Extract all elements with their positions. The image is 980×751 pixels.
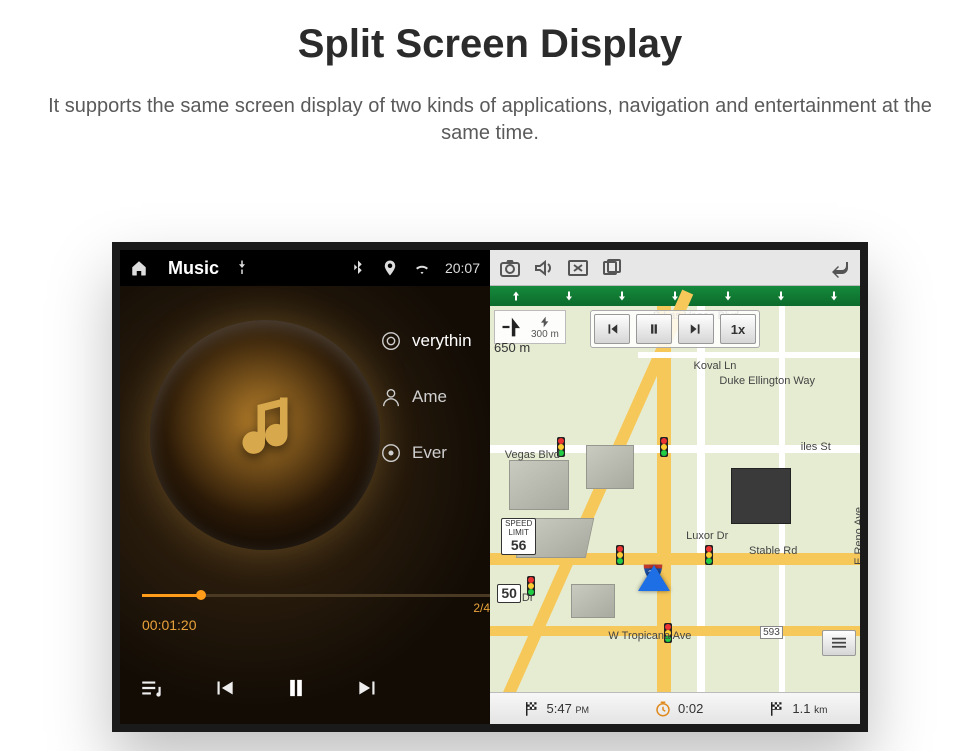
album-art	[150, 320, 380, 550]
map-canvas[interactable]: S Las Vegas Blvd Koval Ln Duke Ellington…	[490, 306, 860, 692]
app-label: Music	[168, 258, 219, 279]
usb-icon	[233, 259, 251, 277]
street-label: W Tropicana Ave	[608, 630, 691, 642]
status-bar: Music 20:07	[120, 250, 490, 286]
seek-bar[interactable]	[142, 594, 490, 597]
traffic-light-icon	[616, 545, 624, 565]
album-icon	[380, 442, 402, 464]
street-label: Stable Rd	[749, 545, 797, 557]
speed-limit-sign: SPEED LIMIT 56	[501, 518, 536, 555]
street-label: Luxor Dr	[686, 530, 728, 542]
street-label: Vegas Blvd	[505, 449, 560, 461]
recent-apps-icon[interactable]	[600, 256, 624, 280]
page-subtitle: It supports the same screen display of t…	[38, 93, 942, 147]
navigation-pane: S Las Vegas Blvd Koval Ln Duke Ellington…	[490, 250, 860, 724]
traffic-light-icon	[705, 545, 713, 565]
traffic-light-icon	[660, 437, 668, 457]
lane-arrow	[754, 286, 807, 306]
wifi-icon	[413, 259, 431, 277]
lane-arrow	[596, 286, 649, 306]
sim-pause-button севере[interactable]	[636, 314, 672, 344]
street-label: iles St	[801, 441, 831, 453]
playback-controls	[138, 674, 490, 702]
building-icon	[571, 584, 615, 618]
route-shield: 593	[760, 626, 783, 639]
track-row-artist[interactable]: Ame	[380, 386, 490, 408]
track-row-album[interactable]: Ever	[380, 442, 490, 464]
lane-arrow	[490, 286, 543, 306]
eta: 5:47 PM	[523, 700, 589, 718]
turn-indicator: 300 m	[494, 310, 566, 344]
trip-distance: 1.1 km	[768, 700, 827, 718]
street-label: Koval Ln	[694, 360, 737, 372]
lane-arrow	[701, 286, 754, 306]
vehicle-cursor-icon	[638, 565, 670, 591]
distance-remaining: 650 m	[494, 340, 530, 355]
artist-icon	[380, 386, 402, 408]
track-counter: 2/4	[142, 601, 490, 615]
sim-restart-button[interactable]	[594, 314, 630, 344]
trip-duration: 0:02	[654, 700, 703, 718]
close-window-icon[interactable]	[566, 256, 590, 280]
location-icon	[381, 259, 399, 277]
street-label: Duke Ellington Way	[719, 375, 815, 387]
page-title: Split Screen Display	[0, 22, 980, 67]
now-playing-icon	[380, 330, 402, 352]
lane-arrow	[807, 286, 860, 306]
speed-sign: 50	[497, 584, 521, 603]
sim-skip-button[interactable]	[678, 314, 714, 344]
building-icon	[509, 460, 569, 510]
lane-arrow	[543, 286, 596, 306]
track-album: Ever	[412, 443, 447, 463]
track-artist: Ame	[412, 387, 447, 407]
simulation-controls: 1x	[590, 310, 760, 348]
home-icon[interactable]	[130, 259, 148, 277]
building-icon	[731, 468, 791, 524]
nav-bottom-bar: 5:47 PM 0:02 1.1 km	[490, 692, 860, 724]
building-icon	[586, 445, 634, 489]
track-title: verythin	[412, 331, 472, 351]
music-pane: Music 20:07	[120, 250, 490, 724]
nav-toolbar	[490, 250, 860, 286]
progress-area: 2/4 00:01:20	[142, 594, 490, 633]
device-frame: Music 20:07	[112, 242, 868, 732]
sim-speed-button[interactable]: 1x	[720, 314, 756, 344]
volume-icon[interactable]	[532, 256, 556, 280]
time-elapsed: 00:01:20	[142, 617, 490, 633]
bluetooth-icon	[349, 259, 367, 277]
track-list: verythin Ame Ever	[380, 330, 490, 464]
track-row-now[interactable]: verythin	[380, 330, 490, 352]
prev-button[interactable]	[210, 674, 238, 702]
clock: 20:07	[445, 260, 480, 276]
back-icon[interactable]	[828, 256, 852, 280]
playlist-button[interactable]	[138, 674, 166, 702]
next-button[interactable]	[354, 674, 382, 702]
pause-button[interactable]	[282, 674, 310, 702]
street-label: E Reno Ave	[853, 507, 860, 565]
map-menu-button[interactable]	[822, 630, 856, 656]
camera-icon[interactable]	[498, 256, 522, 280]
